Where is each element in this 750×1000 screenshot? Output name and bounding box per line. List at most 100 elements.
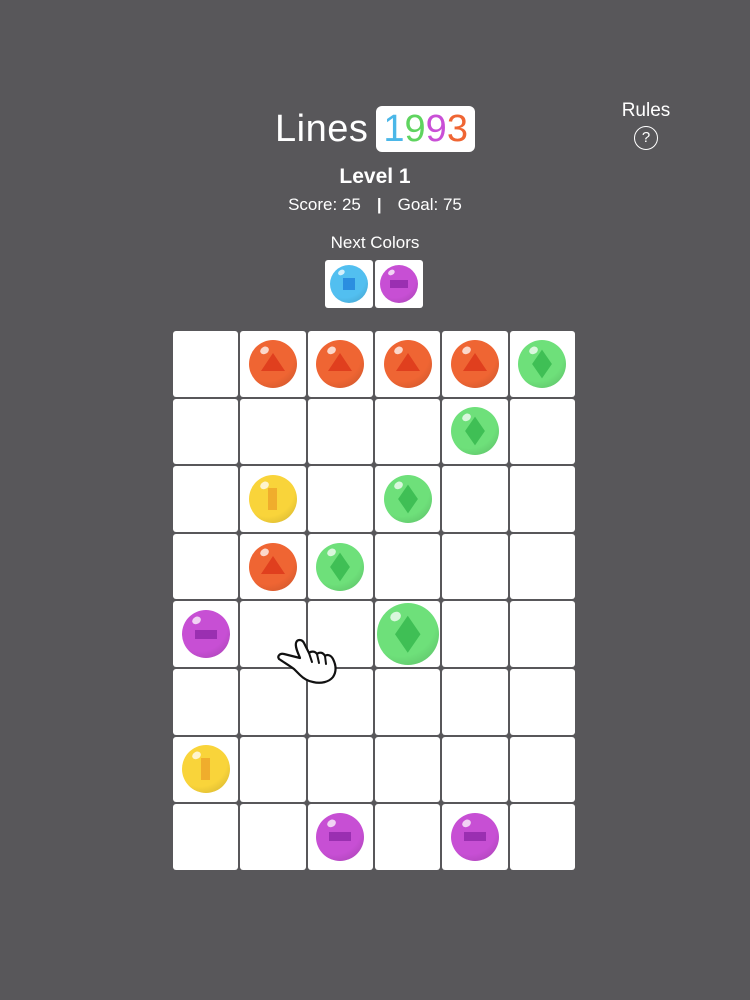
bar-icon bbox=[268, 487, 278, 510]
green-ball bbox=[316, 542, 365, 591]
red-ball bbox=[450, 339, 499, 388]
board-cell[interactable] bbox=[173, 398, 239, 465]
board-cell[interactable] bbox=[509, 466, 575, 532]
board-cell[interactable] bbox=[374, 331, 441, 397]
diamond-icon bbox=[397, 484, 418, 514]
board-cell[interactable] bbox=[442, 533, 508, 600]
board-cell[interactable] bbox=[307, 601, 373, 667]
board-cell[interactable] bbox=[374, 668, 441, 735]
green-ball bbox=[518, 339, 567, 388]
board-cell[interactable] bbox=[509, 668, 575, 735]
board-cell[interactable] bbox=[173, 331, 239, 397]
diamond-icon bbox=[465, 417, 485, 446]
board-cell[interactable] bbox=[240, 398, 306, 465]
diamond-icon bbox=[395, 616, 421, 653]
red-ball bbox=[248, 339, 297, 388]
board-cell[interactable] bbox=[374, 736, 441, 803]
purple-ball bbox=[450, 812, 499, 861]
goal-text: Goal: 75 bbox=[397, 195, 462, 214]
board-cell[interactable] bbox=[374, 601, 441, 667]
board-cell[interactable] bbox=[442, 331, 508, 397]
minus-icon bbox=[463, 832, 486, 842]
board-cell[interactable] bbox=[240, 331, 306, 397]
purple-ball bbox=[316, 812, 365, 861]
title-year-digit: 9 bbox=[425, 108, 447, 150]
rules-button[interactable]: Rules ? bbox=[612, 100, 680, 150]
score-separator: | bbox=[376, 195, 382, 214]
rules-label: Rules bbox=[621, 100, 671, 121]
bar-icon bbox=[201, 758, 211, 781]
board-cell[interactable] bbox=[442, 466, 508, 532]
level-label: Level 1 bbox=[339, 165, 411, 188]
help-icon: ? bbox=[634, 126, 658, 150]
red-ball bbox=[316, 339, 365, 388]
red-ball bbox=[248, 542, 297, 591]
score-line: Score: 25 | Goal: 75 bbox=[0, 195, 750, 215]
board-cell[interactable] bbox=[307, 804, 373, 870]
triangle-icon bbox=[328, 353, 353, 372]
board-cell[interactable] bbox=[307, 736, 373, 803]
title-year-digit: 9 bbox=[404, 108, 426, 150]
triangle-icon bbox=[395, 353, 420, 372]
board-cell[interactable] bbox=[240, 668, 306, 735]
board-cell[interactable] bbox=[240, 466, 306, 532]
red-ball bbox=[383, 339, 432, 388]
board-cell[interactable] bbox=[509, 601, 575, 667]
board-cell[interactable] bbox=[173, 533, 239, 600]
diamond-icon bbox=[330, 552, 351, 581]
minus-icon bbox=[329, 832, 352, 842]
triangle-icon bbox=[462, 353, 487, 372]
diamond-icon bbox=[532, 349, 553, 379]
board-cell[interactable] bbox=[173, 601, 239, 667]
board-cell[interactable] bbox=[374, 533, 441, 600]
board-cell[interactable] bbox=[442, 736, 508, 803]
score-text: Score: 25 bbox=[288, 195, 361, 214]
next-colors-label: Next Colors bbox=[330, 233, 420, 252]
board-cell[interactable] bbox=[374, 398, 441, 465]
board-cell[interactable] bbox=[509, 331, 575, 397]
blue-ball bbox=[330, 265, 368, 303]
board-cell[interactable] bbox=[240, 736, 306, 803]
green-ball bbox=[383, 474, 432, 523]
yellow-ball bbox=[181, 745, 230, 794]
board-cell[interactable] bbox=[173, 668, 239, 735]
board-cell[interactable] bbox=[442, 804, 508, 870]
next-color-slot bbox=[325, 260, 373, 308]
board-cell[interactable] bbox=[173, 466, 239, 532]
title-year-digit: 3 bbox=[446, 108, 468, 150]
board-cell[interactable] bbox=[240, 533, 306, 600]
title-year-digit: 1 bbox=[383, 108, 405, 150]
yellow-ball bbox=[248, 474, 297, 523]
minus-icon bbox=[194, 629, 217, 639]
board-cell[interactable] bbox=[509, 398, 575, 465]
board-cell[interactable] bbox=[374, 804, 441, 870]
square-icon bbox=[343, 278, 355, 290]
board-cell[interactable] bbox=[509, 804, 575, 870]
board-cell[interactable] bbox=[173, 736, 239, 803]
board-cell[interactable] bbox=[307, 398, 373, 465]
board-cell[interactable] bbox=[509, 533, 575, 600]
purple-ball bbox=[380, 265, 418, 303]
board-cell[interactable] bbox=[442, 398, 508, 465]
next-color-slot bbox=[375, 260, 423, 308]
board-cell[interactable] bbox=[442, 668, 508, 735]
board-cell[interactable] bbox=[307, 466, 373, 532]
game-board bbox=[173, 331, 577, 870]
board-cell[interactable] bbox=[307, 668, 373, 735]
board-cell[interactable] bbox=[240, 804, 306, 870]
green-ball bbox=[450, 407, 499, 456]
board-cell[interactable] bbox=[442, 601, 508, 667]
triangle-icon bbox=[260, 353, 285, 372]
minus-icon bbox=[390, 280, 408, 288]
board-cell[interactable] bbox=[509, 736, 575, 803]
board-cell[interactable] bbox=[307, 331, 373, 397]
next-colors-preview bbox=[325, 260, 423, 308]
purple-ball bbox=[181, 610, 230, 659]
board-cell[interactable] bbox=[374, 466, 441, 532]
green-ball bbox=[376, 603, 439, 666]
board-cell[interactable] bbox=[240, 601, 306, 667]
triangle-icon bbox=[260, 556, 285, 575]
title-year-badge: 1993 bbox=[376, 106, 475, 152]
board-cell[interactable] bbox=[173, 804, 239, 870]
board-cell[interactable] bbox=[307, 533, 373, 600]
